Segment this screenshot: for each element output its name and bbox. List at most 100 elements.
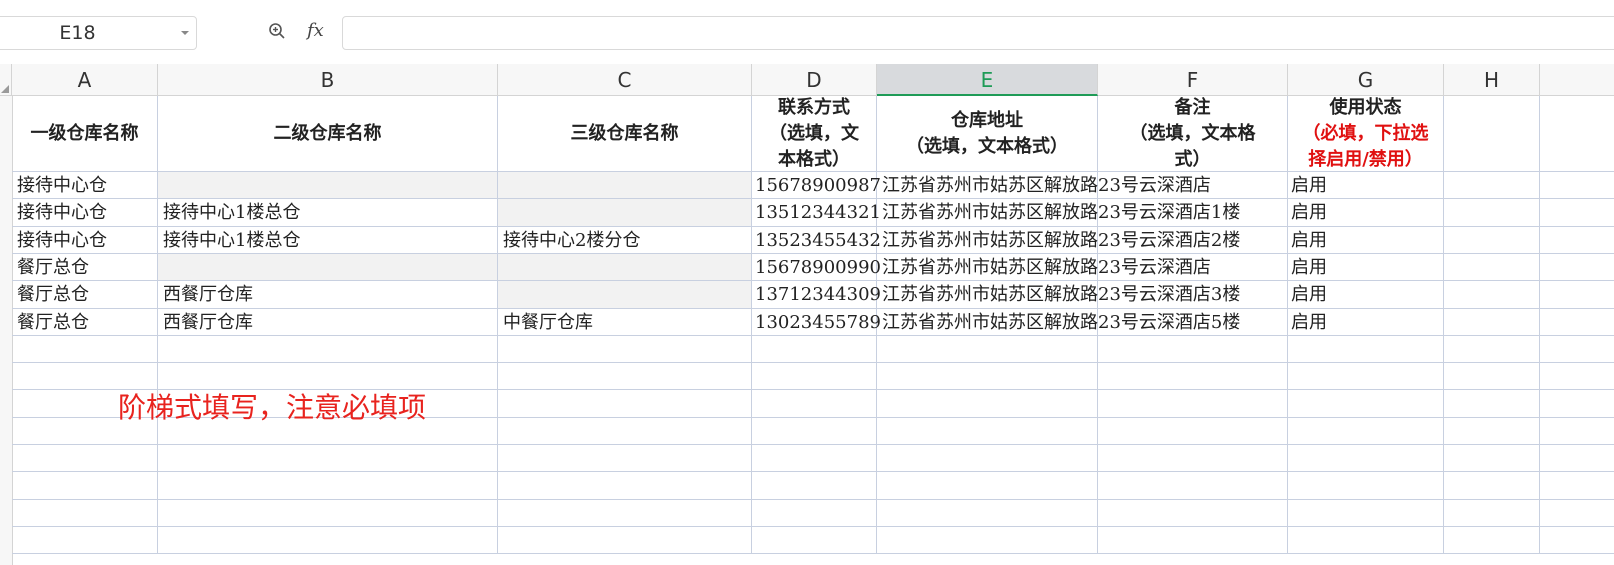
cell-a[interactable] [12, 500, 158, 527]
cell-x[interactable] [1540, 527, 1614, 554]
cell-e[interactable] [877, 363, 1098, 390]
cell-h[interactable] [1444, 472, 1540, 500]
cell-d[interactable] [752, 472, 877, 500]
cell-h[interactable] [1444, 418, 1540, 445]
cell-h[interactable] [1444, 527, 1540, 554]
cell-h[interactable] [1444, 363, 1540, 390]
cell-e[interactable]: 江苏省苏州市姑苏区解放路23号云深酒店5楼 [877, 309, 1240, 336]
cell-d[interactable] [752, 500, 877, 527]
cell-b[interactable] [158, 472, 498, 500]
cell-c[interactable] [498, 254, 752, 281]
cell-f[interactable] [1098, 472, 1288, 500]
chevron-down-icon[interactable] [180, 30, 190, 36]
cell-f[interactable] [1098, 390, 1288, 418]
cell-d[interactable] [752, 445, 877, 472]
cell-d[interactable] [752, 390, 877, 418]
header-cell-c[interactable]: 三级仓库名称 [498, 96, 752, 172]
cell-d[interactable]: 13523455432 [752, 227, 881, 254]
cell-g[interactable] [1288, 500, 1444, 527]
header-cell-e[interactable]: 仓库地址 （选填，文本格式） [877, 96, 1098, 172]
cell-b[interactable]: 接待中心1楼总仓 [158, 227, 498, 254]
cell-c[interactable] [498, 281, 752, 309]
column-header-g[interactable]: G [1288, 64, 1444, 96]
cell-h[interactable] [1444, 281, 1540, 309]
cell-b[interactable] [158, 172, 498, 199]
select-all-corner[interactable] [0, 64, 12, 96]
cell-h[interactable] [1444, 254, 1540, 281]
cell-g[interactable] [1288, 445, 1444, 472]
cell-d[interactable] [752, 418, 877, 445]
cell-h[interactable] [1444, 390, 1540, 418]
cell-g[interactable]: 启用 [1288, 172, 1444, 199]
cell-e[interactable]: 江苏省苏州市姑苏区解放路23号云深酒店2楼 [877, 227, 1240, 254]
cell-h[interactable] [1444, 227, 1540, 254]
cell-d[interactable]: 13023455789 [752, 309, 881, 336]
column-header-b[interactable]: B [158, 64, 498, 96]
cell-e[interactable]: 江苏省苏州市姑苏区解放路23号云深酒店1楼 [877, 199, 1240, 227]
cell-c[interactable]: 接待中心2楼分仓 [498, 227, 752, 254]
cell-f[interactable] [1098, 418, 1288, 445]
column-header-a[interactable]: A [12, 64, 158, 96]
cell-e[interactable]: 江苏省苏州市姑苏区解放路23号云深酒店 [877, 254, 1211, 281]
cell-c[interactable] [498, 472, 752, 500]
header-cell-d[interactable]: 联系方式 （选填，文 本格式） [752, 96, 877, 172]
cell-x[interactable] [1540, 445, 1614, 472]
cell-h[interactable] [1444, 309, 1540, 336]
cell-d[interactable] [752, 336, 877, 363]
cell-f[interactable] [1098, 363, 1288, 390]
cell-x[interactable] [1540, 199, 1614, 227]
cell-c[interactable] [498, 527, 752, 554]
cell-g[interactable] [1288, 363, 1444, 390]
cell-g[interactable]: 启用 [1288, 227, 1444, 254]
cell-e[interactable] [877, 390, 1098, 418]
cell-c[interactable] [498, 500, 752, 527]
cell-g[interactable] [1288, 336, 1444, 363]
cell-x[interactable] [1540, 390, 1614, 418]
cell-x[interactable] [1540, 336, 1614, 363]
cell-h[interactable] [1444, 445, 1540, 472]
cell-a[interactable]: 餐厅总仓 [12, 254, 158, 281]
header-cell-a[interactable]: 一级仓库名称 [12, 96, 158, 172]
cell-f[interactable] [1098, 527, 1288, 554]
cell-e[interactable]: 江苏省苏州市姑苏区解放路23号云深酒店3楼 [877, 281, 1240, 309]
cell-e[interactable]: 江苏省苏州市姑苏区解放路23号云深酒店 [877, 172, 1211, 199]
cell-h[interactable] [1444, 500, 1540, 527]
cell-a[interactable] [12, 336, 158, 363]
cell-g[interactable] [1288, 390, 1444, 418]
cell-a[interactable]: 接待中心仓 [12, 227, 158, 254]
cell-b[interactable]: 西餐厅仓库 [158, 309, 498, 336]
column-header-h[interactable]: H [1444, 64, 1540, 96]
cell-a[interactable]: 餐厅总仓 [12, 281, 158, 309]
cell-c[interactable] [498, 445, 752, 472]
function-icon[interactable]: fx [307, 20, 324, 41]
cell-g[interactable]: 启用 [1288, 199, 1444, 227]
cell-b[interactable]: 西餐厅仓库 [158, 281, 498, 309]
zoom-icon[interactable] [268, 22, 286, 40]
cell-c[interactable] [498, 418, 752, 445]
cell-e[interactable] [877, 527, 1098, 554]
cell-a[interactable] [12, 445, 158, 472]
cell-d[interactable] [752, 363, 877, 390]
cell-b[interactable] [158, 445, 498, 472]
name-box[interactable]: E18 [0, 16, 197, 50]
cell-b[interactable] [158, 500, 498, 527]
header-cell-g[interactable]: 使用状态 （必填，下拉选 择启用/禁用） [1288, 96, 1444, 172]
cell-x[interactable] [1540, 172, 1614, 199]
cell-g[interactable]: 启用 [1288, 254, 1444, 281]
cell-h[interactable] [1444, 172, 1540, 199]
cell-c[interactable] [498, 172, 752, 199]
cell-c[interactable] [498, 336, 752, 363]
cell-x[interactable] [1540, 418, 1614, 445]
cell-x[interactable] [1540, 363, 1614, 390]
cell-b[interactable] [158, 254, 498, 281]
cell-e[interactable] [877, 445, 1098, 472]
cell-b[interactable]: 接待中心1楼总仓 [158, 199, 498, 227]
cell-d[interactable]: 13512344321 [752, 199, 881, 227]
column-header-e[interactable]: E [877, 64, 1098, 96]
cell-g[interactable] [1288, 418, 1444, 445]
cell-d[interactable]: 15678900987 [752, 172, 881, 199]
cell-a[interactable] [12, 527, 158, 554]
column-header-c[interactable]: C [498, 64, 752, 96]
cell-b[interactable] [158, 527, 498, 554]
header-cell-h[interactable] [1444, 96, 1540, 172]
